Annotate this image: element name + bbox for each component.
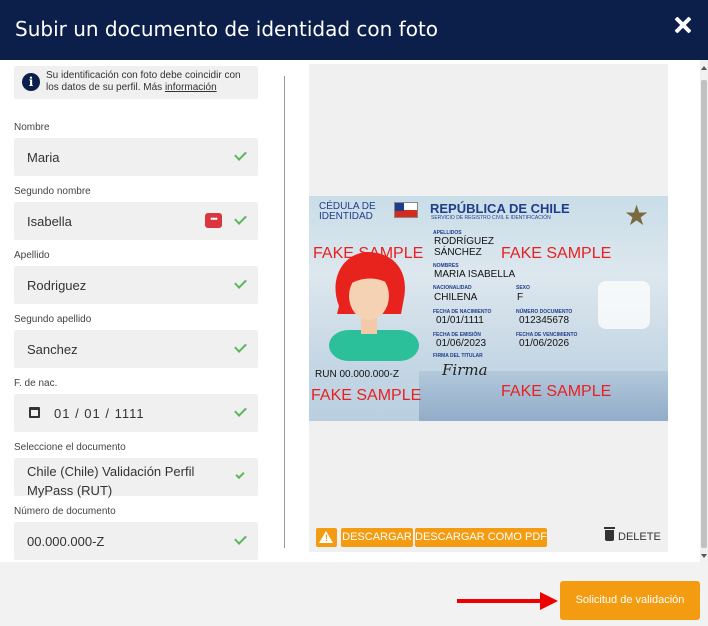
card-firma-label: FIRMA DEL TITULAR (433, 353, 483, 359)
scrollbar-thumb[interactable] (701, 80, 707, 548)
card-numdoc: 012345678 (519, 315, 570, 326)
fake-sample-watermark: FAKE SAMPLE (501, 383, 612, 400)
trash-icon (604, 527, 615, 541)
card-cedula: CÉDULA DE IDENTIDAD (319, 201, 376, 222)
red-arrow-annotation (457, 599, 547, 603)
calendar-icon[interactable] (29, 407, 40, 418)
numero-value: 00.000.000-Z (27, 534, 105, 549)
segundo-nombre-field[interactable]: Isabella ••• (14, 202, 258, 240)
apellido-value: Rodriguez (27, 278, 87, 293)
card-nacionalidad: CHILENA (434, 292, 478, 303)
fecha-nac-field[interactable]: 01 / 01 / 1111 (14, 394, 258, 432)
check-icon (234, 148, 247, 161)
card-hologram (598, 281, 650, 329)
card-republica: REPÚBLICA DE CHILE (430, 201, 570, 216)
delete-button[interactable]: DELETE (604, 527, 661, 543)
divider (284, 76, 285, 548)
card-run: RUN 00.000.000-Z (315, 369, 399, 380)
arrow-head-icon (540, 592, 558, 610)
modal-header: Subir un documento de identidad con foto (0, 0, 708, 60)
documento-value: Chile (Chile) Validación Perfil MyPass (… (27, 464, 195, 498)
modal-title: Subir un documento de identidad con foto (15, 17, 439, 41)
fecha-nac-value: 01 / 01 / 1111 (54, 406, 145, 421)
info-link[interactable]: información (165, 82, 217, 93)
apellido-label: Apellido (14, 250, 50, 261)
portrait-photo (329, 252, 419, 361)
nombre-value: Maria (27, 150, 60, 165)
card-sexo: F (517, 292, 524, 303)
segundo-apellido-label: Segundo apellido (14, 314, 92, 325)
fecha-nac-label: F. de nac. (14, 378, 58, 389)
info-text: Su identificación con foto debe coincidi… (46, 70, 241, 93)
warning-icon[interactable] (316, 528, 337, 547)
star-emblem-icon: ★ (624, 200, 650, 231)
fake-sample-watermark: FAKE SAMPLE (311, 387, 422, 404)
scroll-down-icon[interactable] (701, 554, 707, 558)
info-icon: i (22, 73, 40, 91)
password-manager-icon[interactable]: ••• (205, 213, 222, 228)
nombre-field[interactable]: Maria (14, 138, 258, 176)
scrollbar[interactable] (700, 60, 708, 562)
id-card-image: CÉDULA DE IDENTIDAD REPÚBLICA DE CHILE S… (309, 196, 668, 421)
chile-flag-icon (394, 202, 418, 218)
delete-label: DELETE (618, 531, 661, 543)
scroll-up-icon[interactable] (701, 66, 707, 70)
check-icon (234, 532, 247, 545)
apellido-field[interactable]: Rodriguez (14, 266, 258, 304)
check-icon (234, 276, 247, 289)
fake-sample-watermark: FAKE SAMPLE (501, 245, 612, 262)
card-emision: 01/06/2023 (436, 338, 487, 349)
card-nacimiento: 01/01/1111 (436, 315, 484, 326)
check-icon (234, 404, 247, 417)
info-notice: i Su identificación con foto debe coinci… (14, 66, 258, 99)
validation-request-button[interactable]: Solicitud de validación (560, 581, 700, 620)
card-vencimiento: 01/06/2026 (519, 338, 570, 349)
numero-documento-field[interactable]: 00.000.000-Z (14, 522, 258, 560)
card-apellidos: RODRÍGUEZ SÁNCHEZ (434, 236, 494, 258)
documento-label: Seleccione el documento (14, 442, 126, 453)
card-signature: Firma (442, 361, 488, 379)
download-pdf-button[interactable]: DESCARGAR COMO PDF (415, 528, 547, 547)
numero-label: Número de documento (14, 506, 116, 517)
segundo-apellido-field[interactable]: Sanchez (14, 330, 258, 368)
check-icon (234, 212, 247, 225)
close-icon[interactable] (672, 14, 694, 36)
card-nombres: MARIA ISABELLA (434, 269, 516, 280)
download-button[interactable]: DESCARGAR (341, 528, 413, 547)
segundo-nombre-label: Segundo nombre (14, 186, 91, 197)
fake-sample-watermark: FAKE SAMPLE (313, 245, 424, 262)
nombre-label: Nombre (14, 122, 50, 133)
documento-select[interactable]: Chile (Chile) Validación Perfil MyPass (… (14, 458, 258, 498)
segundo-apellido-value: Sanchez (27, 342, 78, 357)
check-icon (235, 469, 245, 480)
card-nacionalidad-label: NACIONALIDAD (433, 285, 472, 291)
card-sexo-label: SEXO (516, 285, 530, 291)
segundo-nombre-value: Isabella (27, 214, 72, 229)
check-icon (234, 340, 247, 353)
card-servicio: SERVICIO DE REGISTRO CIVIL E IDENTIFICAC… (431, 215, 551, 221)
